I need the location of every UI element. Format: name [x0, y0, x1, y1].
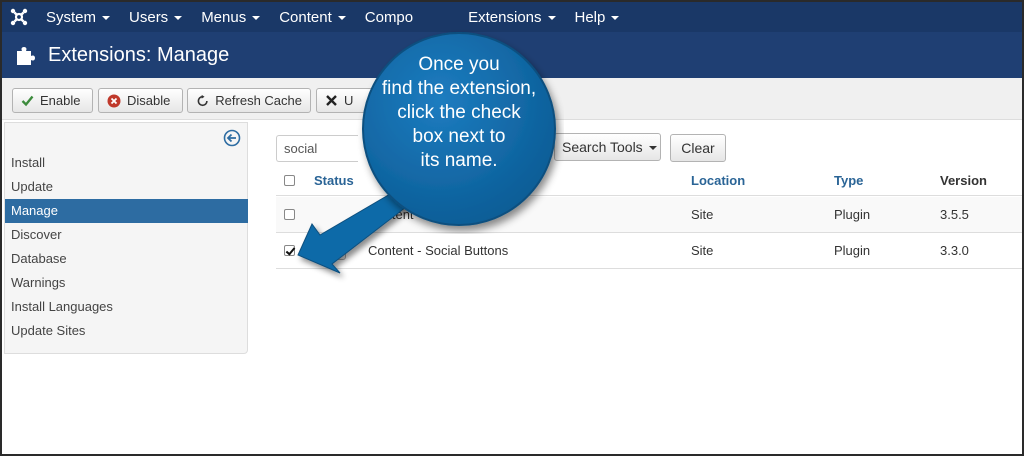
callout-line: click the check — [397, 102, 521, 123]
callout-line: its name. — [420, 150, 498, 171]
callout-line: find the extension, — [381, 78, 537, 99]
callout-text: Once you find the extension, click the c… — [364, 53, 554, 173]
callout-line: Once you — [418, 54, 500, 75]
app-window: System Users Menus Content Compo Extensi… — [0, 0, 1024, 456]
callout-line: box next to — [412, 126, 506, 147]
